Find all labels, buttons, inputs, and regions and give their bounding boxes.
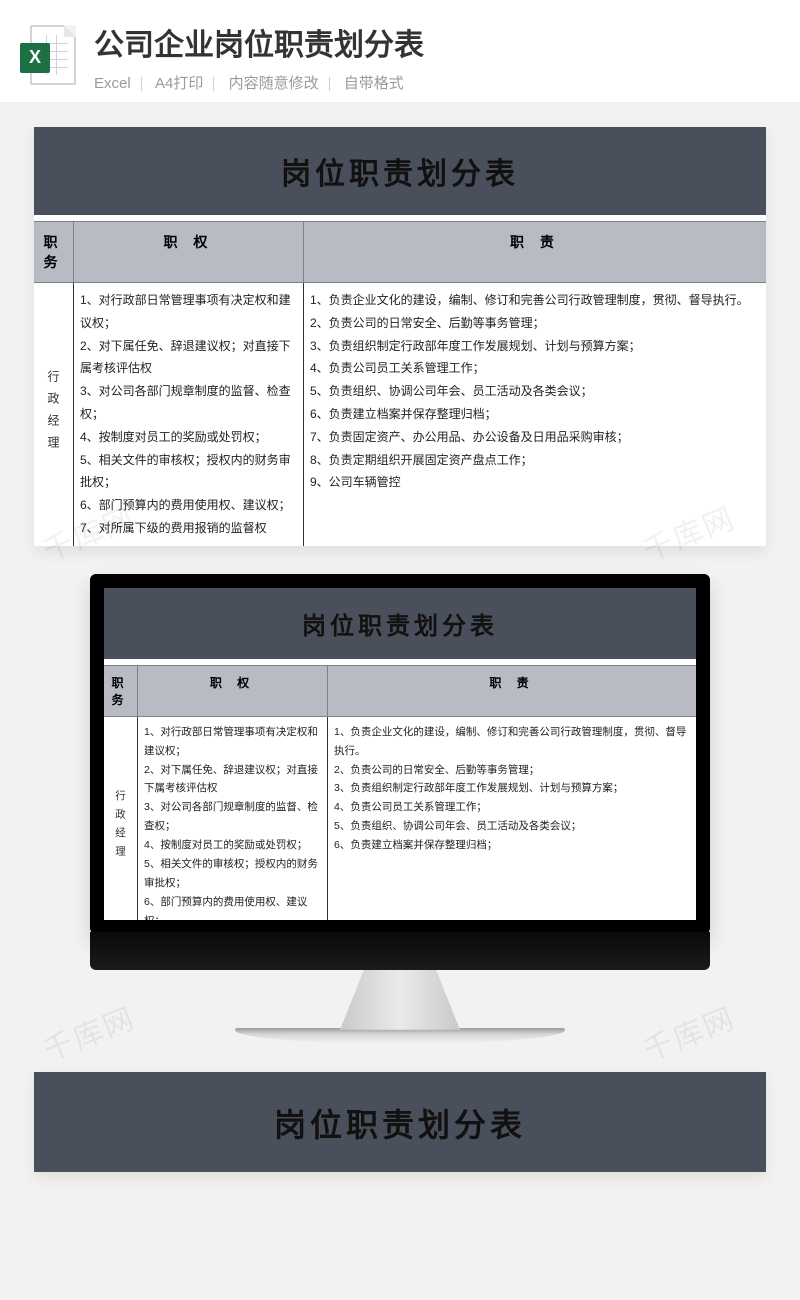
excel-file-icon: X xyxy=(20,25,76,89)
bottom-preview-strip: 岗位职责划分表 xyxy=(34,1072,766,1172)
document-preview: 岗位职责划分表 职务 职 权 职 责 行政经理 1、对行政部日常管理事项有决定权… xyxy=(34,127,766,546)
meta-format: Excel xyxy=(94,75,131,92)
list-item: 2、对下属任免、辞退建议权；对直接下属考核评估权 xyxy=(80,335,297,381)
list-item: 5、相关文件的审核权；授权内的财务审批权； xyxy=(80,449,297,495)
list-item: 6、负责建立档案并保存整理归档； xyxy=(334,836,690,855)
list-item: 1、负责企业文化的建设，编制、修订和完善公司行政管理制度，贯彻、督导执行。 xyxy=(334,723,690,761)
list-item: 4、按制度对员工的奖励或处罚权； xyxy=(144,836,321,855)
list-item: 5、相关文件的审核权；授权内的财务审批权； xyxy=(144,855,321,893)
title-block: 公司企业岗位职责划分表 Excel A4打印 内容随意修改 自带格式 xyxy=(94,20,800,93)
doc-title-monitor: 岗位职责划分表 xyxy=(104,588,696,659)
list-item: 5、负责组织、协调公司年会、员工活动及各类会议； xyxy=(310,380,760,403)
col-header-role: 职务 xyxy=(104,666,138,716)
list-item: 3、对公司各部门规章制度的监督、检查权； xyxy=(80,380,297,426)
excel-badge: X xyxy=(20,43,50,73)
meta-print: A4打印 xyxy=(155,75,203,92)
list-item: 1、负责企业文化的建设，编制、修订和完善公司行政管理制度，贯彻、督导执行。 xyxy=(310,289,760,312)
list-item: 1、对行政部日常管理事项有决定权和建议权； xyxy=(80,289,297,335)
list-item: 7、对所属下级的费用报销的监督权 xyxy=(80,517,297,540)
doc-body: 行政经理 1、对行政部日常管理事项有决定权和建议权； 2、对下属任免、辞退建议权… xyxy=(34,283,766,546)
list-item: 5、负责组织、协调公司年会、员工活动及各类会议； xyxy=(334,817,690,836)
power-cell: 1、对行政部日常管理事项有决定权和建议权； 2、对下属任免、辞退建议权；对直接下… xyxy=(74,283,304,546)
page-title: 公司企业岗位职责划分表 xyxy=(94,20,800,64)
doc-title: 岗位职责划分表 xyxy=(34,127,766,215)
role-cell: 行政经理 xyxy=(104,717,138,920)
list-item: 1、对行政部日常管理事项有决定权和建议权； xyxy=(144,723,321,761)
list-item: 4、负责公司员工关系管理工作； xyxy=(334,798,690,817)
col-header-power: 职 权 xyxy=(138,666,328,716)
page-header: X 公司企业岗位职责划分表 Excel A4打印 内容随意修改 自带格式 xyxy=(0,0,800,101)
role-cell: 行政经理 xyxy=(34,283,74,546)
doc-column-headers-monitor: 职务 职 权 职 责 xyxy=(104,665,696,717)
list-item: 2、对下属任免、辞退建议权；对直接下属考核评估权 xyxy=(144,761,321,799)
list-item: 9、公司车辆管控 xyxy=(310,471,760,494)
doc-title-bottom: 岗位职责划分表 xyxy=(34,1072,766,1172)
list-item: 3、对公司各部门规章制度的监督、检查权； xyxy=(144,798,321,836)
preview-area: 岗位职责划分表 职务 职 权 职 责 行政经理 1、对行政部日常管理事项有决定权… xyxy=(0,103,800,564)
resp-cell: 1、负责企业文化的建设，编制、修订和完善公司行政管理制度，贯彻、督导执行。 2、… xyxy=(304,283,766,546)
col-header-role: 职务 xyxy=(34,222,74,282)
preview-card: 岗位职责划分表 职务 职 权 职 责 行政经理 1、对行政部日常管理事项有决定权… xyxy=(34,127,766,546)
monitor-chin xyxy=(90,932,710,970)
doc-column-headers: 职务 职 权 职 责 xyxy=(34,221,766,283)
monitor-stand-base xyxy=(235,1028,565,1044)
monitor-screen: 岗位职责划分表 职务 职 权 职 责 行政经理 1、对行政部日常管理事项有决定权… xyxy=(90,574,710,934)
power-cell: 1、对行政部日常管理事项有决定权和建议权； 2、对下属任免、辞退建议权；对直接下… xyxy=(138,717,328,920)
list-item: 3、负责组织制定行政部年度工作发展规划、计划与预算方案； xyxy=(310,335,760,358)
doc-body-monitor: 行政经理 1、对行政部日常管理事项有决定权和建议权； 2、对下属任免、辞退建议权… xyxy=(104,717,696,920)
list-item: 7、负责固定资产、办公用品、办公设备及日用品采购审核； xyxy=(310,426,760,449)
list-item: 6、部门预算内的费用使用权、建议权； xyxy=(144,893,321,920)
meta-style: 自带格式 xyxy=(344,75,404,92)
monitor-mockup: 岗位职责划分表 职务 职 权 职 责 行政经理 1、对行政部日常管理事项有决定权… xyxy=(0,564,800,1072)
list-item: 2、负责公司的日常安全、后勤等事务管理； xyxy=(334,761,690,780)
col-header-resp: 职 责 xyxy=(328,666,696,716)
list-item: 2、负责公司的日常安全、后勤等事务管理； xyxy=(310,312,760,335)
list-item: 8、负责定期组织开展固定资产盘点工作； xyxy=(310,449,760,472)
file-meta: Excel A4打印 内容随意修改 自带格式 xyxy=(94,72,800,93)
list-item: 4、按制度对员工的奖励或处罚权； xyxy=(80,426,297,449)
meta-edit: 内容随意修改 xyxy=(229,75,319,92)
monitor-stand-neck xyxy=(340,970,460,1030)
col-header-power: 职 权 xyxy=(74,222,304,282)
list-item: 4、负责公司员工关系管理工作； xyxy=(310,357,760,380)
list-item: 3、负责组织制定行政部年度工作发展规划、计划与预算方案； xyxy=(334,779,690,798)
resp-cell: 1、负责企业文化的建设，编制、修订和完善公司行政管理制度，贯彻、督导执行。 2、… xyxy=(328,717,696,920)
col-header-resp: 职 责 xyxy=(304,222,766,282)
list-item: 6、部门预算内的费用使用权、建议权； xyxy=(80,494,297,517)
list-item: 6、负责建立档案并保存整理归档； xyxy=(310,403,760,426)
